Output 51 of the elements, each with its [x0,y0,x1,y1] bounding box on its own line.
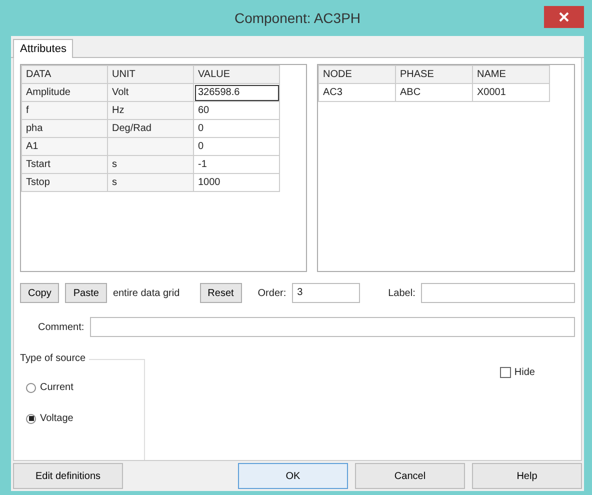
table-cell: ABC [396,84,472,102]
table-cell: 1000 [194,174,280,192]
close-icon [559,12,569,22]
reset-button[interactable]: Reset [200,283,242,303]
radio-label: Voltage [40,413,74,424]
tab[interactable]: Attributes [13,39,74,58]
order-label: Order: [258,288,286,298]
order-field[interactable]: 3 [292,283,360,303]
table-cell: 0 [194,138,280,156]
column-header: PHASE [396,66,472,84]
table-cell: Volt [108,84,194,102]
paste-button[interactable]: Paste [65,283,107,303]
label-field[interactable] [421,283,575,303]
dialog-button[interactable]: Cancel [355,463,465,489]
dialog-button[interactable]: Edit definitions [13,463,123,489]
table-cell: s [108,156,194,174]
close-button[interactable] [544,6,584,28]
radio-button[interactable] [26,382,36,392]
table-cell: 0 [194,120,280,138]
column-header: NAME [472,66,550,84]
radio-label: Current [40,382,74,393]
comment-field[interactable] [90,317,575,337]
checkbox-label: Hide [514,367,535,378]
checkbox[interactable] [500,367,512,378]
table-cell: s [108,174,194,192]
table-cell: Tstart [22,156,108,174]
dialog-button[interactable]: Help [472,463,582,489]
copy-button[interactable]: Copy [20,283,60,303]
column-header: DATA [22,66,108,84]
column-header: VALUE [194,66,280,84]
table-cell: Tstop [22,174,108,192]
table-cell: AC3 [318,84,396,102]
table-cell: Deg/Rad [108,120,194,138]
paste-note: entire data grid [112,288,180,298]
table-cell: Hz [108,102,194,120]
column-header: NODE [318,66,396,84]
table-cell: 60 [194,102,280,120]
table-cell: Amplitude [22,84,108,102]
comment-label: Comment: [38,322,84,332]
table-cell: A1 [22,138,108,156]
group-title: Type of source [20,353,89,364]
table-cell: X0001 [472,84,550,102]
label-label: Label: [388,288,416,298]
table-cell: pha [22,120,108,138]
table-cell: -1 [194,156,280,174]
cell-editor[interactable]: 326598.6 [194,84,280,102]
dialog-button[interactable]: OK [238,463,348,489]
column-header: UNIT [108,66,194,84]
table-cell: f [22,102,108,120]
radio-button[interactable] [26,414,36,424]
window-title: Component: AC3PH [234,10,361,26]
